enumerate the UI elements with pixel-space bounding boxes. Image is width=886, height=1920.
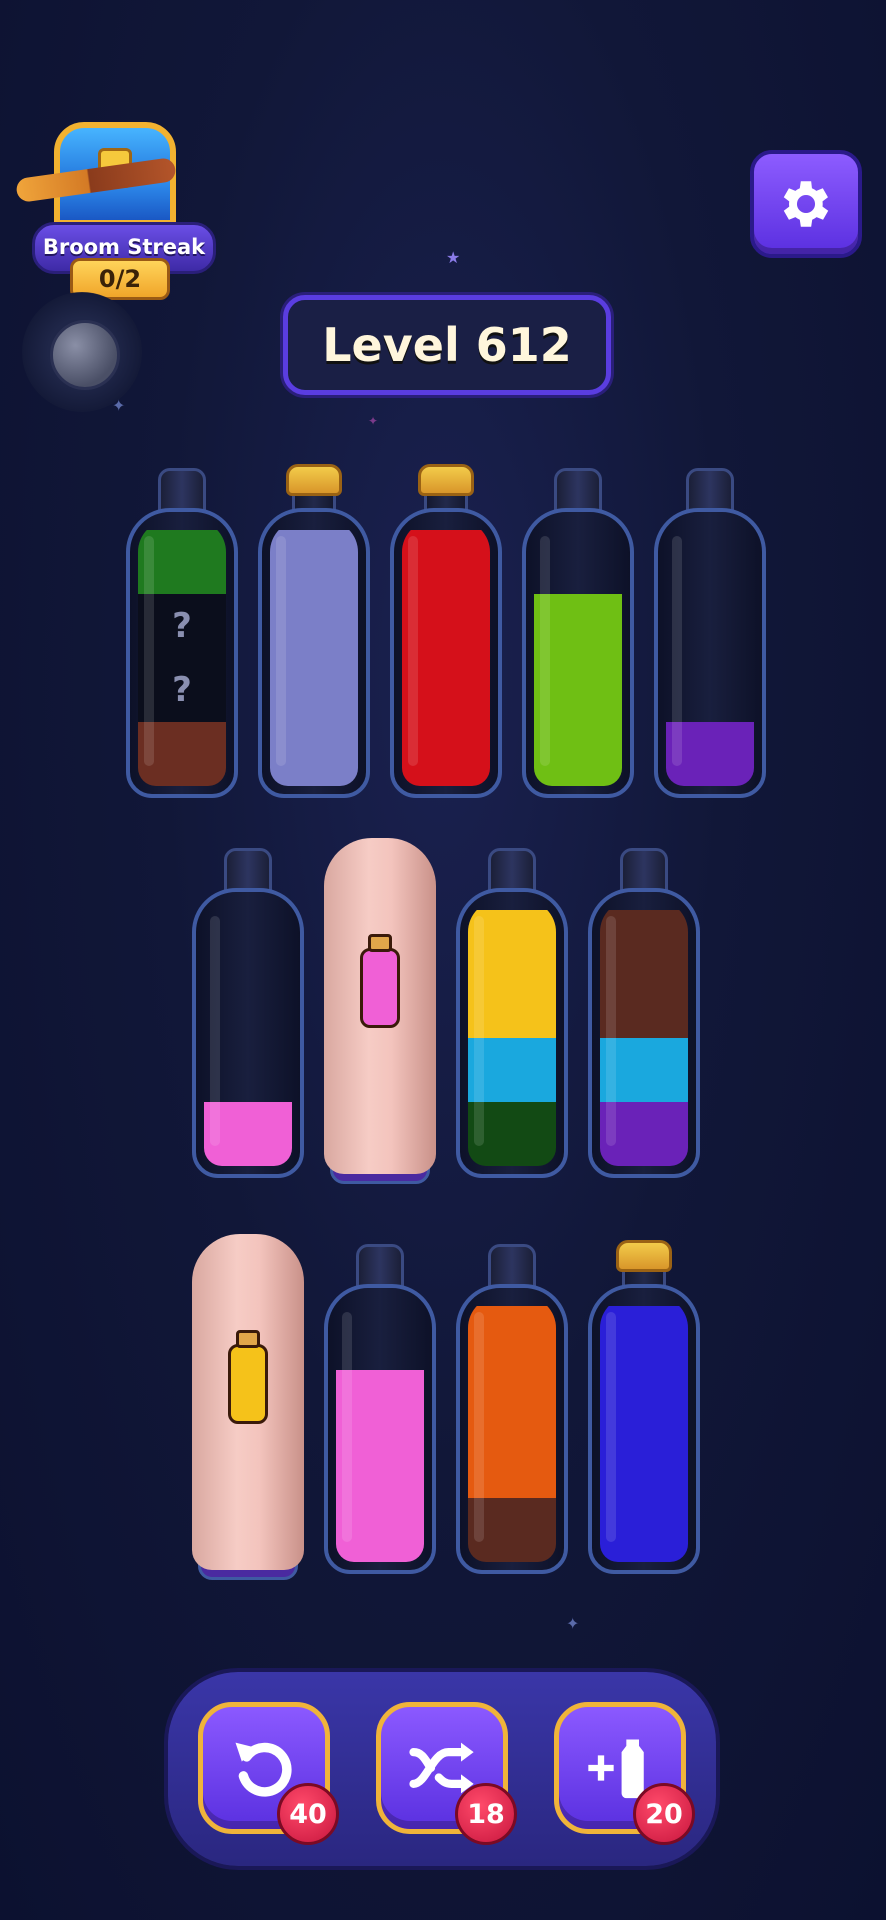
bottle[interactable] [654,468,766,798]
bottle[interactable]: ?? [126,468,238,798]
gear-icon [783,181,829,227]
settings-button[interactable] [750,150,862,258]
covered-bottle[interactable] [324,838,436,1184]
star-decoration: ★ [446,248,461,267]
bottle[interactable] [192,848,304,1178]
cork-icon [286,464,342,496]
bottle[interactable] [588,1240,700,1574]
star-decoration: ✦ [368,414,379,428]
undo-count-badge: 40 [277,1783,339,1845]
glass-shine [474,1312,484,1542]
bottle[interactable] [258,464,370,798]
bottle-glass [588,888,700,1178]
shuffle-button[interactable]: 18 [376,1702,517,1845]
add-bottle-count-badge: 20 [633,1783,695,1845]
glass-shine [276,536,286,766]
bottle-glass [258,508,370,798]
broom-streak-widget[interactable]: Broom Streak 0/2 [14,118,216,300]
glass-shine [210,916,220,1146]
shuffle-count-badge: 18 [455,1783,517,1845]
bottle-glass: ?? [126,508,238,798]
glass-shine [540,536,550,766]
hint-bottle-icon [360,948,400,1028]
hint-cork-icon [236,1330,260,1348]
bottle-glass [390,508,502,798]
undo-button[interactable]: 40 [198,1702,339,1845]
bottle[interactable] [390,464,502,798]
bottle[interactable] [456,848,568,1178]
hint-cork-icon [368,934,392,952]
glass-shine [672,536,682,766]
glass-shine [474,916,484,1146]
covered-bottle[interactable] [192,1234,304,1580]
bottle-glass [324,1284,436,1574]
hint-bottle-icon [228,1344,268,1424]
bottle-glass [522,508,634,798]
cork-icon [616,1240,672,1272]
moon-button[interactable] [22,292,142,412]
bottle-glass [456,1284,568,1574]
bottle-glass [588,1284,700,1574]
bottle-glass [456,888,568,1178]
bottle[interactable] [324,1244,436,1574]
bottle-glass [192,888,304,1178]
glass-shine [606,1312,616,1542]
glass-shine [342,1312,352,1542]
powerup-bar: 40 18 20 [168,1672,716,1866]
glass-shine [144,536,154,766]
add-bottle-button[interactable]: 20 [554,1702,695,1845]
glass-shine [408,536,418,766]
moon-icon [50,320,120,390]
glass-shine [606,916,616,1146]
bottle[interactable] [588,848,700,1178]
bottle[interactable] [456,1244,568,1574]
level-title: Level 612 [283,295,611,395]
bottle-glass [654,508,766,798]
cork-icon [418,464,474,496]
star-decoration: ✦ [566,1614,580,1633]
bottle[interactable] [522,468,634,798]
